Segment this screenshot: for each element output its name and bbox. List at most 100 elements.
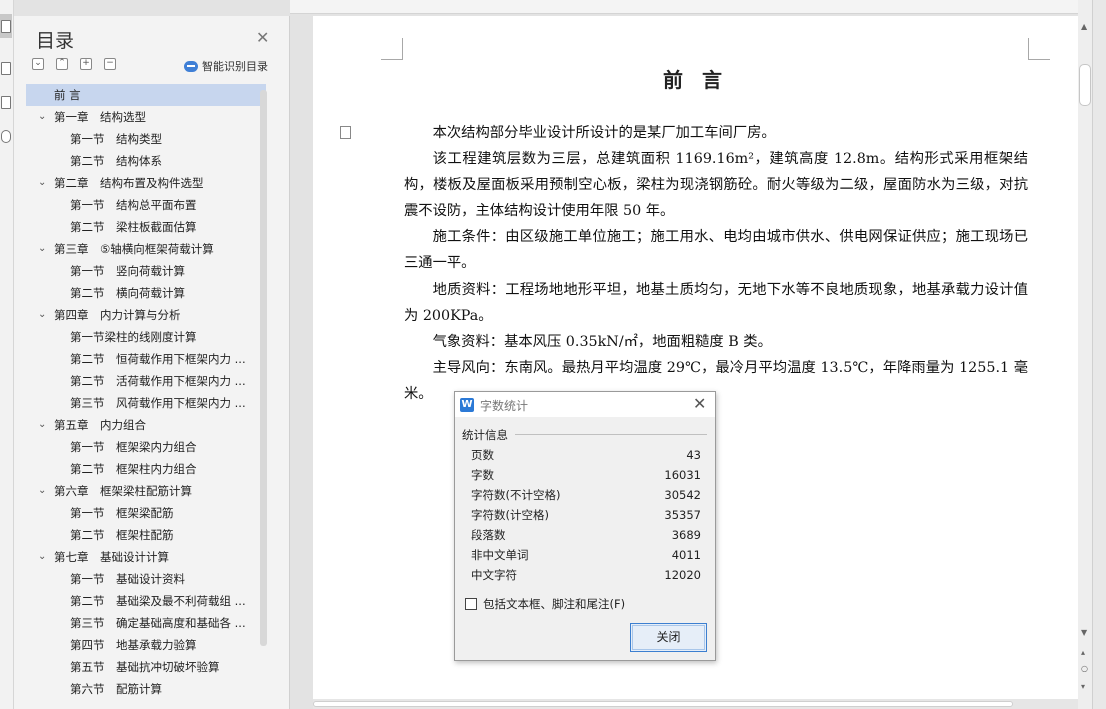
include-textboxes-checkbox[interactable]	[465, 598, 477, 610]
toc-section-item[interactable]: 第三节 确定基础高度和基础各 ...	[26, 612, 266, 634]
toc-section-item[interactable]: 第一节 框架梁配筋	[26, 502, 266, 524]
collapse-all-icon[interactable]: ⌄	[32, 58, 44, 70]
stat-value: 16031	[664, 468, 701, 482]
toc-section-item[interactable]: 第一节 基础设计资料	[26, 568, 266, 590]
toc-item-label: 第六章 框架梁柱配筋计算	[54, 484, 192, 498]
chevron-down-icon[interactable]: ⌄	[38, 414, 46, 436]
toc-section-item[interactable]: 第二节 恒荷载作用下框架内力 ...	[26, 348, 266, 370]
scroll-down-icon[interactable]: ▼	[1081, 628, 1087, 637]
document-paragraph[interactable]: 施工条件：由区级施工单位施工；施工用水、电均由城市供水、供电网保证供应；施工现场…	[404, 224, 1028, 276]
chevron-down-icon[interactable]: ⌄	[38, 238, 46, 260]
next-page-icon[interactable]: ▾	[1081, 682, 1085, 691]
toc-chapter-item[interactable]: ⌄ 第一章 结构选型	[26, 106, 266, 128]
stat-value: 30542	[664, 488, 701, 502]
toc-section-item[interactable]: 第二节 梁柱板截面估算	[26, 216, 266, 238]
chevron-down-icon[interactable]: ⌄	[38, 106, 46, 128]
toc-section-item[interactable]: 第二节 结构体系	[26, 150, 266, 172]
document-heading: 前 言	[663, 68, 728, 92]
stat-row: 页数 43	[471, 445, 701, 465]
toc-section-item[interactable]: 第四节 地基承载力验算	[26, 634, 266, 656]
remove-heading-icon[interactable]: −	[104, 58, 116, 70]
dialog-titlebar[interactable]: W 字数统计 ✕	[455, 392, 715, 417]
document-paragraph[interactable]: 本次结构部分毕业设计所设计的是某厂加工车间厂房。	[404, 120, 1028, 146]
smart-recognize-toc-button[interactable]: 智能识别目录	[184, 58, 268, 74]
toc-item-label: 第二节 结构体系	[70, 154, 162, 168]
toc-tree: 前 言 ⌄ 第一章 结构选型 第一节 结构类型第二节 结构体系 ⌄ 第二章 结构布置及构件…	[26, 84, 266, 704]
document-body[interactable]: 本次结构部分毕业设计所设计的是某厂加工车间厂房。 该工程建筑层数为三层，总建筑面积…	[404, 120, 1028, 407]
toc-item-label: 第三节 确定基础高度和基础各 ...	[70, 616, 246, 630]
chevron-down-icon[interactable]: ⌄	[38, 546, 46, 568]
stat-row: 字数 16031	[471, 465, 701, 485]
toc-chapter-item[interactable]: 前 言	[26, 84, 266, 106]
bookmark-view-icon[interactable]	[1, 96, 11, 109]
section-divider	[515, 434, 707, 435]
vertical-scrollbar[interactable]: ▲ ▼ ▴ ○ ▾	[1078, 0, 1106, 709]
stat-label: 中文字符	[471, 568, 517, 582]
document-paragraph[interactable]: 该工程建筑层数为三层，总建筑面积 1169.16m²，建筑高度 12.8m。结构…	[404, 146, 1028, 224]
document-paragraph[interactable]: 气象资料：基本风压 0.35kN/㎡，地面粗糙度 B 类。	[404, 329, 1028, 355]
toc-item-label: 第二节 横向荷载计算	[70, 286, 185, 300]
right-sidebar-edge	[1092, 0, 1106, 709]
toc-section-item[interactable]: 第一节梁柱的线刚度计算	[26, 326, 266, 348]
toc-item-label: 第四章 内力计算与分析	[54, 308, 181, 322]
toc-item-label: 第二章 结构布置及构件选型	[54, 176, 204, 190]
close-button[interactable]: 关闭	[630, 623, 707, 652]
toc-item-label: 第三节 风荷载作用下框架内力 ...	[70, 396, 246, 410]
toc-section-item[interactable]: 第二节 活荷载作用下框架内力 ...	[26, 370, 266, 392]
stat-row: 段落数 3689	[471, 525, 701, 545]
toc-section-item[interactable]: 第一节 结构类型	[26, 128, 266, 150]
toc-item-label: 第二节 恒荷载作用下框架内力 ...	[70, 352, 246, 366]
toc-section-item[interactable]: 第二节 框架柱内力组合	[26, 458, 266, 480]
toc-item-label: 第三章 ⑤轴横向框架荷载计算	[54, 242, 214, 256]
horizontal-scroll-thumb[interactable]	[313, 701, 1013, 707]
toc-section-item[interactable]: 第六节 配筋计算	[26, 678, 266, 700]
document-paragraph[interactable]: 地质资料：工程场地地形平坦，地基土质均匀，无地下水等不良地质现象，地基承载力设计…	[404, 277, 1028, 329]
paragraph-layout-icon[interactable]	[340, 126, 351, 139]
toc-section-item[interactable]: 第二节 基础梁及最不利荷载组 ...	[26, 590, 266, 612]
search-view-icon[interactable]	[1, 130, 11, 143]
chevron-down-icon[interactable]: ⌄	[38, 172, 46, 194]
toc-item-label: 第七章 基础设计计算	[54, 550, 169, 564]
select-browse-object-icon[interactable]: ○	[1081, 664, 1088, 673]
chevron-down-icon[interactable]: ⌄	[38, 480, 46, 502]
prev-page-icon[interactable]: ▴	[1081, 648, 1085, 657]
stat-row: 字符数(计空格) 35357	[471, 505, 701, 525]
scroll-up-icon[interactable]: ▲	[1081, 22, 1087, 31]
toc-item-label: 第一节 框架梁内力组合	[70, 440, 197, 454]
toc-chapter-item[interactable]: ⌄ 第七章 基础设计计算	[26, 546, 266, 568]
toc-section-item[interactable]: 第二节 横向荷载计算	[26, 282, 266, 304]
toc-section-item[interactable]: 第三节 风荷载作用下框架内力 ...	[26, 392, 266, 414]
stats-section-label: 统计信息	[462, 428, 508, 442]
toc-section-item[interactable]: 第一节 框架梁内力组合	[26, 436, 266, 458]
toc-section-item[interactable]: 第五节 基础抗冲切破坏验算	[26, 656, 266, 678]
expand-all-icon[interactable]: ⌃	[56, 58, 68, 70]
toc-scrollbar[interactable]	[260, 90, 267, 646]
toc-section-item[interactable]: 第一节 竖向荷载计算	[26, 260, 266, 282]
toc-view-icon[interactable]	[1, 20, 11, 33]
close-icon[interactable]: ✕	[693, 394, 706, 413]
toc-chapter-item[interactable]: ⌄ 第六章 框架梁柱配筋计算	[26, 480, 266, 502]
close-icon[interactable]: ✕	[256, 28, 269, 47]
horizontal-scrollbar[interactable]	[313, 699, 1078, 709]
toc-chapter-item[interactable]: ⌄ 第五章 内力组合	[26, 414, 266, 436]
stat-value: 4011	[671, 548, 701, 562]
vertical-scroll-thumb[interactable]	[1079, 64, 1091, 106]
margin-corner-marker	[1028, 38, 1050, 60]
cloud-ai-icon	[184, 60, 198, 72]
stat-label: 字符数(计空格)	[471, 508, 549, 522]
toc-item-label: 第一节 框架梁配筋	[70, 506, 174, 520]
add-heading-icon[interactable]: +	[80, 58, 92, 70]
toc-chapter-item[interactable]: ⌄ 第四章 内力计算与分析	[26, 304, 266, 326]
toc-item-label: 第二节 梁柱板截面估算	[70, 220, 197, 234]
include-textboxes-label[interactable]: 包括文本框、脚注和尾注(F)	[483, 596, 625, 612]
toc-chapter-item[interactable]: ⌄ 第三章 ⑤轴横向框架荷载计算	[26, 238, 266, 260]
wps-writer-icon: W	[460, 398, 474, 412]
toc-section-item[interactable]: 第一节 结构总平面布置	[26, 194, 266, 216]
toc-item-label: 第二节 框架柱配筋	[70, 528, 174, 542]
page-view-icon[interactable]	[1, 62, 11, 75]
toc-chapter-item[interactable]: ⌄ 第二章 结构布置及构件选型	[26, 172, 266, 194]
chevron-down-icon[interactable]: ⌄	[38, 304, 46, 326]
word-count-dialog: W 字数统计 ✕ 统计信息 页数 43 字数 16031 字符数(不计空格) 30542 字…	[454, 391, 716, 661]
toc-section-item[interactable]: 第二节 框架柱配筋	[26, 524, 266, 546]
stat-value: 35357	[664, 508, 701, 522]
